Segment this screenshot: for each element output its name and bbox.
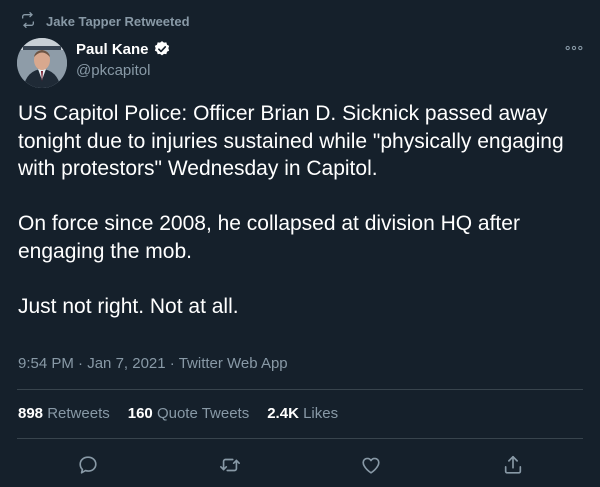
reply-icon[interactable]	[71, 448, 105, 482]
retweets-label: Retweets	[47, 405, 110, 422]
likes-stat[interactable]: 2.4K Likes	[267, 405, 338, 422]
author-handle[interactable]: @pkcapitol	[76, 62, 171, 79]
tweet-source[interactable]: Twitter Web App	[179, 355, 288, 372]
tweet-text: US Capitol Police: Officer Brian D. Sick…	[18, 100, 584, 320]
likes-count: 2.4K	[267, 405, 299, 422]
more-options-icon[interactable]	[564, 40, 584, 56]
author-name[interactable]: Paul Kane	[76, 41, 149, 58]
quote-tweets-count: 160	[127, 405, 153, 422]
divider	[17, 389, 583, 390]
retweet-context-label: Jake Tapper Retweeted	[46, 14, 190, 29]
divider	[17, 438, 583, 439]
quote-tweets-stat[interactable]: 160 Quote Tweets	[128, 405, 249, 422]
retweet-icon	[18, 12, 36, 31]
retweet-icon[interactable]	[213, 448, 247, 482]
tweet-time[interactable]: 9:54 PM	[18, 355, 74, 372]
like-icon[interactable]	[354, 448, 388, 482]
share-icon[interactable]	[496, 448, 530, 482]
tweet-metadata: 9:54 PM · Jan 7, 2021 · Twitter Web App	[18, 355, 288, 372]
retweets-stat[interactable]: 898 Retweets	[18, 405, 110, 422]
tweet-author[interactable]: Paul Kane @pkcapitol	[76, 40, 171, 79]
tweet-paragraph: On force since 2008, he collapsed at div…	[18, 212, 520, 263]
retweet-context[interactable]: Jake Tapper Retweeted	[18, 12, 190, 31]
retweets-count: 898	[18, 405, 44, 422]
avatar[interactable]	[17, 38, 67, 88]
tweet-paragraph: US Capitol Police: Officer Brian D. Sick…	[18, 102, 564, 180]
tweet-date[interactable]: Jan 7, 2021	[87, 355, 165, 372]
tweet-paragraph: Just not right. Not at all.	[18, 294, 239, 318]
quote-tweets-label: Quote Tweets	[156, 405, 250, 422]
tweet-stats: 898 Retweets 160 Quote Tweets 2.4K Likes	[18, 405, 338, 422]
verified-badge-icon	[153, 40, 171, 58]
likes-label: Likes	[303, 405, 339, 422]
